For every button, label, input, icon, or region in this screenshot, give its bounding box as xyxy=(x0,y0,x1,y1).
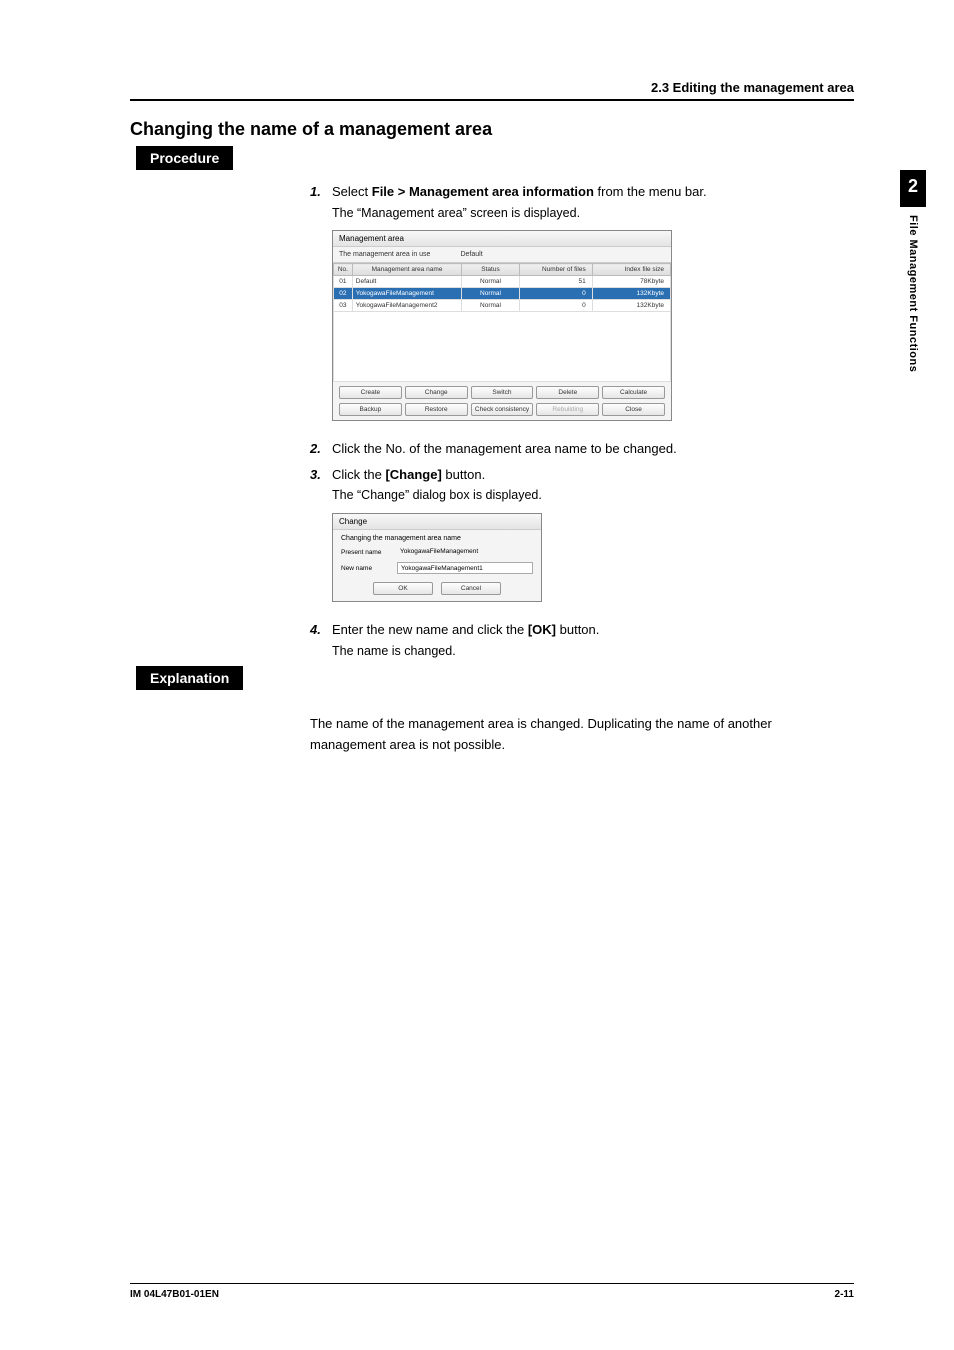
table-row[interactable]: 03 YokogawaFileManagement2 Normal 0 132K… xyxy=(334,300,671,312)
step-1: 1. Select File > Management area informa… xyxy=(310,182,844,222)
step-2: 2. Click the No. of the management area … xyxy=(310,439,844,459)
chapter-title: File Management Functions xyxy=(907,207,919,372)
inuse-label: The management area in use xyxy=(339,251,430,258)
step-number: 2. xyxy=(310,439,332,459)
inuse-value: Default xyxy=(460,251,482,258)
table-row-selected[interactable]: 02 YokogawaFileManagement Normal 0 132Kb… xyxy=(334,288,671,300)
restore-button[interactable]: Restore xyxy=(405,403,468,416)
step-number: 3. xyxy=(310,465,332,505)
step-text: Click the xyxy=(332,467,385,482)
check-consistency-button[interactable]: Check consistency xyxy=(471,403,534,416)
col-header-size[interactable]: Index file size xyxy=(592,264,670,276)
step-bold: File > Management area information xyxy=(372,184,594,199)
step-text: button. xyxy=(442,467,485,482)
cancel-button[interactable]: Cancel xyxy=(441,582,501,595)
new-name-label: New name xyxy=(341,565,391,572)
window-title: Management area xyxy=(333,231,671,247)
step-3: 3. Click the [Change] button. The “Chang… xyxy=(310,465,844,505)
explanation-label: Explanation xyxy=(136,666,243,690)
change-button[interactable]: Change xyxy=(405,386,468,399)
chapter-number: 2 xyxy=(900,170,926,207)
step-text: Select xyxy=(332,184,372,199)
rebuilding-button[interactable]: Rebuilding xyxy=(536,403,599,416)
step-4: 4. Enter the new name and click the [OK]… xyxy=(310,620,844,660)
breadcrumb: 2.3 Editing the management area xyxy=(130,80,854,101)
backup-button[interactable]: Backup xyxy=(339,403,402,416)
col-header-name[interactable]: Management area name xyxy=(352,264,462,276)
present-name-label: Present name xyxy=(341,549,391,556)
step-subtext: The name is changed. xyxy=(332,642,844,661)
col-header-no[interactable]: No. xyxy=(334,264,353,276)
procedure-label: Procedure xyxy=(136,146,233,170)
close-button[interactable]: Close xyxy=(602,403,665,416)
table-empty-area xyxy=(333,312,671,382)
step-text: button. xyxy=(556,622,599,637)
dialog-subtitle: Changing the management area name xyxy=(333,530,541,544)
ok-button[interactable]: OK xyxy=(373,582,433,595)
new-name-input[interactable]: YokogawaFileManagement1 xyxy=(397,562,533,574)
create-button[interactable]: Create xyxy=(339,386,402,399)
step-bold: [OK] xyxy=(528,622,556,637)
switch-button[interactable]: Switch xyxy=(471,386,534,399)
explanation-text: The name of the management area is chang… xyxy=(310,714,844,756)
management-area-window: Management area The management area in u… xyxy=(332,230,672,421)
step-subtext: The “Change” dialog box is displayed. xyxy=(332,486,844,505)
col-header-files[interactable]: Number of files xyxy=(519,264,592,276)
page-title: Changing the name of a management area xyxy=(130,119,854,140)
col-header-status[interactable]: Status xyxy=(462,264,519,276)
step-text: from the menu bar. xyxy=(594,184,707,199)
footer-page-number: 2-11 xyxy=(835,1289,854,1300)
step-bold: [Change] xyxy=(385,467,441,482)
dialog-title: Change xyxy=(333,514,541,530)
step-subtext: The “Management area” screen is displaye… xyxy=(332,204,844,223)
page-footer: IM 04L47B01-01EN 2-11 xyxy=(130,1283,854,1300)
change-dialog: Change Changing the management area name… xyxy=(332,513,542,602)
calculate-button[interactable]: Calculate xyxy=(602,386,665,399)
step-number: 4. xyxy=(310,620,332,660)
step-number: 1. xyxy=(310,182,332,222)
chapter-tab: 2 File Management Functions xyxy=(900,170,926,372)
management-area-table: No. Management area name Status Number o… xyxy=(333,263,671,312)
step-text: Enter the new name and click the xyxy=(332,622,528,637)
footer-doc-id: IM 04L47B01-01EN xyxy=(130,1289,219,1300)
delete-button[interactable]: Delete xyxy=(536,386,599,399)
table-row[interactable]: 01 Default Normal 51 78Kbyte xyxy=(334,276,671,288)
step-text: Click the No. of the management area nam… xyxy=(332,439,844,459)
present-name-value: YokogawaFileManagement xyxy=(397,546,533,558)
